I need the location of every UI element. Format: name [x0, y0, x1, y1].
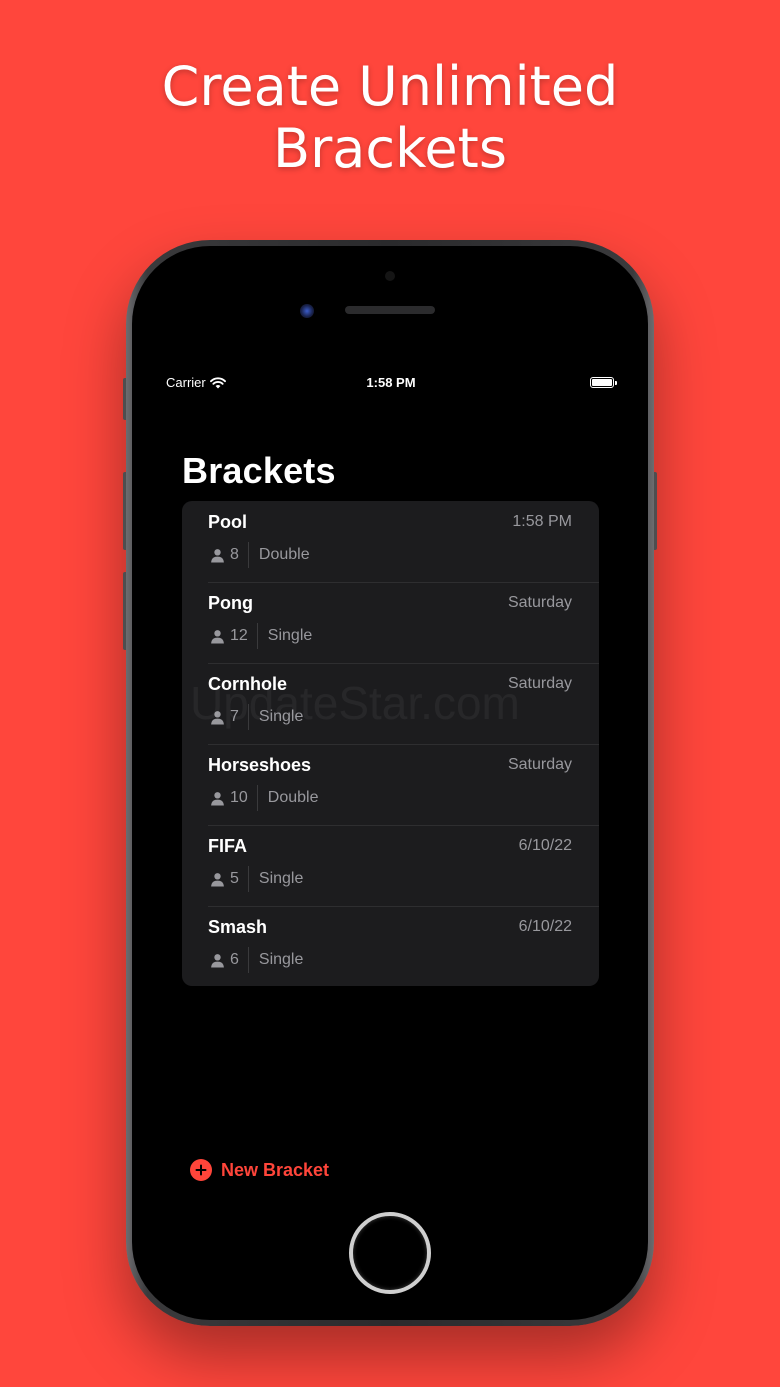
brackets-list: Pool 1:58 PM 8 Double Pong Saturday 12 S… [182, 501, 599, 986]
bracket-meta: 5 Single [210, 866, 304, 892]
bracket-type: Double [258, 546, 310, 563]
status-time: 1:58 PM [366, 375, 416, 390]
bracket-row-cornhole[interactable]: Cornhole Saturday 7 Single [182, 663, 599, 744]
bracket-name: Smash [208, 917, 268, 937]
player-count: 7 [230, 708, 239, 725]
new-bracket-label: New Bracket [221, 1159, 330, 1180]
bracket-meta: 6 Single [210, 947, 304, 973]
bracket-type: Single [267, 627, 313, 644]
bracket-meta: 12 Single [210, 623, 313, 649]
earpiece-speaker [345, 306, 435, 314]
player-count: 6 [230, 951, 239, 968]
bracket-date: Saturday [507, 594, 572, 611]
bracket-meta: 10 Double [210, 785, 319, 811]
bracket-date: Saturday [507, 675, 572, 692]
proximity-sensor [385, 271, 395, 281]
player-count: 10 [230, 789, 248, 806]
bracket-type: Single [258, 708, 304, 725]
meta-divider [247, 947, 249, 973]
status-bar: Carrier 1:58 PM [166, 374, 617, 394]
bracket-name: FIFA [208, 836, 247, 856]
bracket-row-pool[interactable]: Pool 1:58 PM 8 Double [182, 501, 599, 582]
bracket-name: Horseshoes [208, 755, 312, 775]
person-icon [211, 953, 224, 968]
bracket-name: Pool [208, 512, 247, 532]
bracket-row-horseshoes[interactable]: Horseshoes Saturday 10 Double [182, 744, 599, 825]
meta-divider [247, 542, 249, 568]
person-icon [211, 791, 224, 806]
meta-divider [247, 704, 249, 730]
promo-headline-line-2: Brackets [273, 117, 507, 180]
promo-headline-line-1: Create Unlimited [161, 55, 619, 118]
meta-divider [247, 866, 249, 892]
bracket-row-fifa[interactable]: FIFA 6/10/22 5 Single [182, 825, 599, 906]
player-count: 12 [230, 627, 248, 644]
bracket-date: 1:58 PM [512, 513, 572, 530]
person-icon [211, 548, 224, 563]
front-camera [300, 304, 314, 318]
battery-level [592, 379, 612, 386]
player-count: 5 [230, 870, 239, 887]
bracket-date: 6/10/22 [518, 918, 572, 935]
page-title: Brackets [182, 450, 336, 491]
person-icon [211, 872, 224, 887]
bracket-row-smash[interactable]: Smash 6/10/22 6 Single [182, 906, 599, 986]
bracket-date: Saturday [507, 756, 572, 773]
meta-divider [256, 623, 258, 649]
bracket-row-pong[interactable]: Pong Saturday 12 Single [182, 582, 599, 663]
bracket-meta: 8 Double [210, 542, 310, 568]
bracket-type: Double [267, 789, 319, 806]
battery-icon [590, 377, 617, 388]
bracket-type: Single [258, 951, 304, 968]
home-button[interactable] [349, 1212, 431, 1294]
person-icon [211, 629, 224, 644]
player-count: 8 [230, 546, 239, 563]
bracket-meta: 7 Single [210, 704, 304, 730]
person-icon [211, 710, 224, 725]
bracket-name: Pong [208, 593, 253, 613]
meta-divider [256, 785, 258, 811]
promo-headline: Create Unlimited Brackets [0, 56, 780, 180]
new-bracket-button[interactable]: New Bracket [190, 1158, 329, 1182]
promo-canvas: Create Unlimited Brackets Carrier 1:58 P… [0, 0, 780, 1387]
bracket-date: 6/10/22 [518, 837, 572, 854]
plus-circle-icon [190, 1159, 212, 1181]
bracket-name: Cornhole [208, 674, 287, 694]
bracket-type: Single [258, 870, 304, 887]
